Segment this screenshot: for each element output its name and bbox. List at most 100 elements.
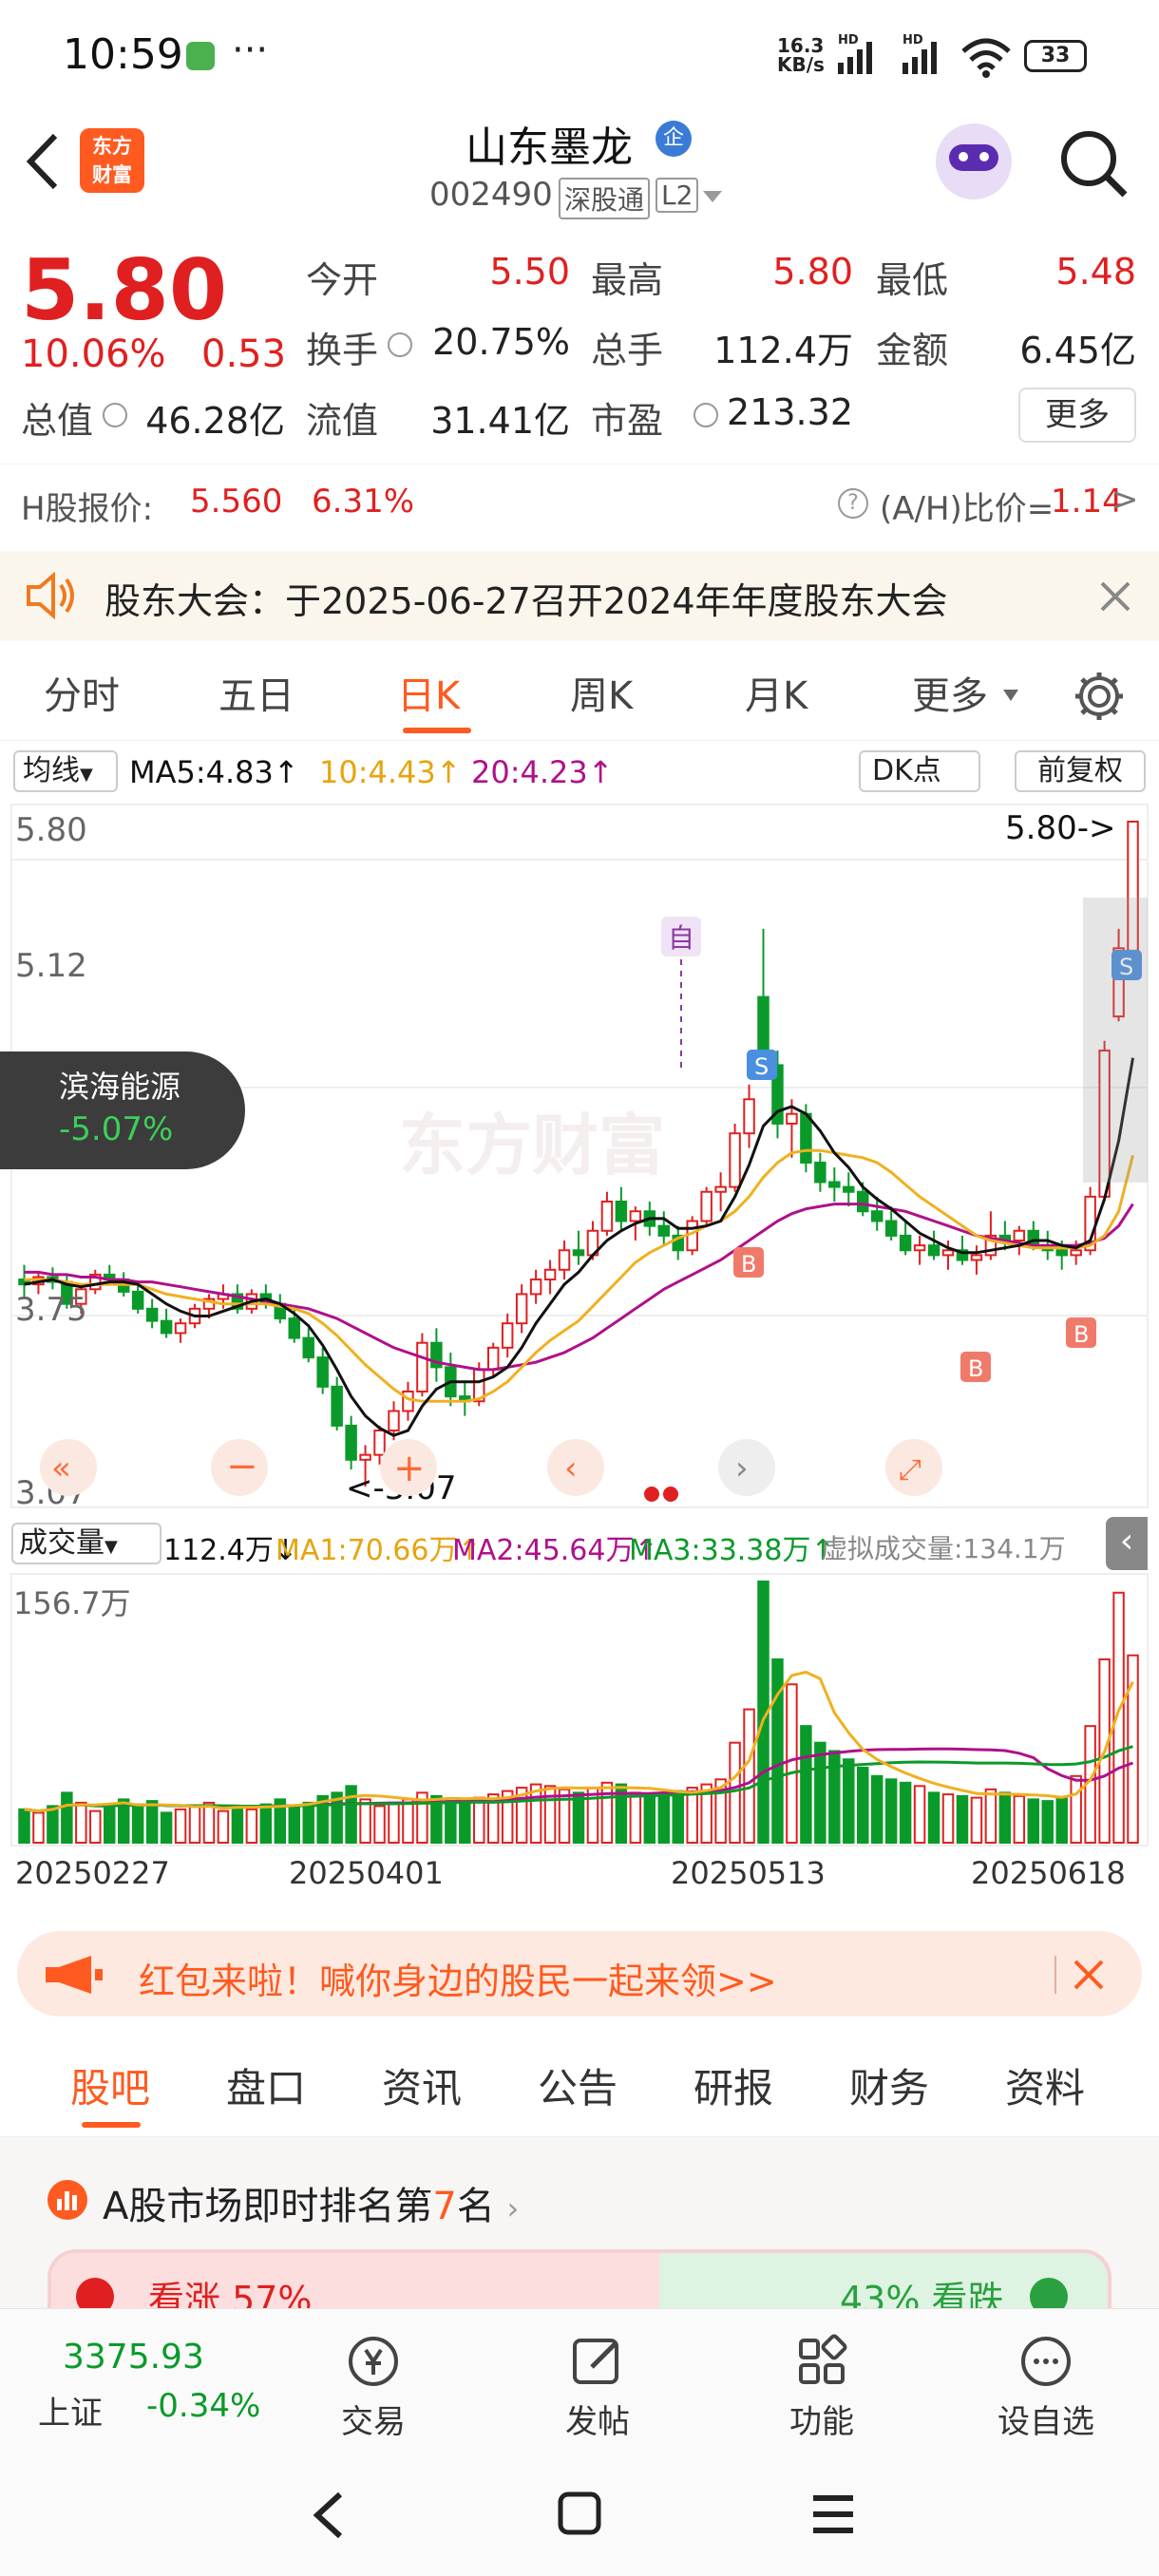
stock-name: 山东墨龙 [466,123,633,172]
volume-bar [288,1805,300,1844]
tab-daily-k[interactable]: 日K [397,665,460,720]
caret-down-icon[interactable] [1001,688,1020,703]
volume-bar [941,1793,955,1844]
system-back-icon[interactable] [304,2489,352,2542]
expand-icon: ⤢ [899,1453,922,1487]
tab-weekly-k[interactable]: 周K [570,665,633,720]
back-icon[interactable] [19,128,66,195]
chevron-left-icon: ‹ [564,1449,578,1487]
volume-bar [1041,1800,1054,1845]
nav-trade[interactable]: 交易 [302,2333,445,2442]
app-notification-icon [186,42,215,70]
buy-signal-label: B [1074,1321,1089,1348]
red-packet-banner[interactable]: 红包来啦！喊你身边的股民一起来领>> [17,1931,1142,2017]
amount-label: 金额 [876,330,949,371]
chevron-right-icon[interactable]: > [1112,481,1139,519]
candle-body [402,1391,414,1412]
candle-body [899,1234,912,1252]
related-stock-overlay[interactable]: 滨海能源 -5.07% [0,1051,245,1169]
notice-banner[interactable]: 股东大会：于2025-06-27召开2024年年度股东大会 [0,551,1159,641]
index-value[interactable]: 3375.93 [63,2338,204,2377]
turnover-label: 换手 [306,330,379,371]
ma-selector[interactable]: 均线▼ [13,750,118,792]
volume-bar [629,1791,642,1844]
tab-more[interactable]: 更多 [912,665,988,720]
adjust-button[interactable]: 前复权 [1015,750,1146,792]
nav-watch-label: 设自选 [998,2403,1094,2441]
tab-forum[interactable]: 股吧 [70,2056,150,2114]
nav-add-watchlist[interactable]: 设自选 [975,2333,1117,2442]
volume-bar [558,1788,571,1844]
system-menu-icon[interactable] [809,2491,857,2538]
y-tick-low: 3.75 [15,1291,87,1329]
tab-orderbook[interactable]: 盘口 [226,2056,306,2114]
volume-legend: 成交量▼ 112.4万↓ MA1:70.66万↑ MA2:45.64万↑ MA3… [0,1517,1159,1572]
index-pct[interactable]: -0.34% [146,2387,260,2425]
vol-ma2: MA2:45.64万↑ [452,1534,658,1567]
virtual-volume: 虚拟成交量:134.1万 [821,1533,1066,1564]
candle-body [359,1453,371,1461]
kline-chart[interactable]: 东方财富 5.80 5.12 3.75 3.07 5.80-> <-3.07 自… [0,803,1159,1512]
volume-bar [402,1798,414,1845]
volume-bar [202,1801,216,1844]
info-icon[interactable] [694,403,718,427]
search-icon[interactable] [1056,126,1132,202]
nav-post[interactable]: 发帖 [526,2333,669,2442]
tab-five-day[interactable]: 五日 [218,665,294,720]
volume-bar [828,1750,841,1844]
tab-profile[interactable]: 资料 [1005,2056,1085,2114]
volume-canvas: 156.7万 [10,1573,1149,1847]
yuan-circle-icon [349,2337,398,2386]
volume-bar [345,1785,357,1845]
low-value: 5.48 [1055,251,1136,293]
tab-intraday[interactable]: 分时 [44,665,120,720]
more-notifications-icon: ··· [232,28,269,72]
info-icon[interactable] [388,332,412,357]
gear-icon[interactable] [1072,669,1127,724]
nav-trade-label: 交易 [341,2403,406,2441]
chevron-down-icon[interactable] [701,187,724,206]
info-icon[interactable] [103,403,127,427]
ma-legend: 均线▼ MA5:4.83↑ 10:4.43↑ 20:4.23↑ DK点 前复权 [0,743,1159,802]
volume-chart[interactable]: 156.7万 [0,1572,1159,1847]
clock: 10:59 [63,30,183,79]
tab-monthly-k[interactable]: 月K [745,665,808,720]
bullish-label[interactable]: 看涨 57% [148,2270,313,2308]
nav-function[interactable]: 功能 [750,2333,893,2442]
volume-bar [913,1785,926,1845]
candle-body [870,1210,884,1222]
assistant-avatar[interactable] [936,123,1012,199]
more-circle-icon [1021,2337,1071,2386]
volume-selector[interactable]: 成交量▼ [11,1523,162,1564]
self-tag-label: 自 [668,922,694,954]
notice-text: 股东大会：于2025-06-27召开2024年年度股东大会 [104,580,948,622]
ah-ratio-label[interactable]: (A/H)比价= [880,483,1054,529]
system-home-icon[interactable] [555,2489,604,2538]
collapse-panel-button[interactable]: ‹ [1106,1517,1148,1570]
help-icon[interactable]: ? [838,488,868,519]
bearish-label[interactable]: 43% 看跌 [840,2270,1004,2308]
volume-bar [445,1800,457,1845]
close-icon[interactable] [1098,579,1132,614]
candle-body [174,1322,187,1335]
volume-bar [188,1805,201,1844]
edit-icon [573,2339,618,2384]
ma20-value: 20:4.23↑ [471,754,614,790]
high-label: 最高 [591,259,664,301]
dk-point-button[interactable]: DK点 [859,750,980,792]
date-tick: 20250401 [289,1855,444,1891]
tab-financials[interactable]: 财务 [849,2056,929,2114]
rank-text[interactable]: A股市场即时排名第7名 › [103,2175,519,2230]
close-icon[interactable] [1072,1958,1106,1992]
volume-bar [61,1791,73,1844]
volume-bar [600,1781,614,1844]
buy-signal-label: B [741,1251,756,1278]
candle-body [629,1210,642,1222]
megaphone-icon [46,1956,103,1994]
more-button[interactable]: 更多 [1018,388,1136,443]
index-name[interactable]: 上证 [38,2387,103,2434]
level2-tag: L2 [656,178,699,213]
tab-research[interactable]: 研报 [694,2056,773,2114]
tab-news[interactable]: 资讯 [382,2056,462,2114]
tab-announcements[interactable]: 公告 [538,2056,618,2114]
